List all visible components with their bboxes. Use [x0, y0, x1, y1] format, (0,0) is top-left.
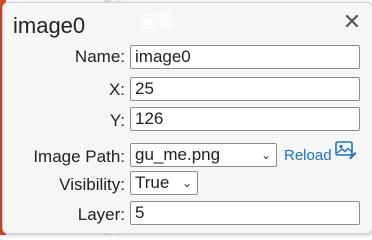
visibility-label: Visibility:	[59, 175, 125, 194]
visibility-select[interactable]: True ⌄	[130, 171, 198, 195]
x-input[interactable]	[130, 77, 360, 101]
chevron-down-icon: ⌄	[181, 176, 192, 190]
dialog-title: image0	[13, 13, 86, 38]
layer-label: Layer:	[77, 205, 125, 224]
name-input[interactable]	[130, 45, 360, 69]
y-label: Y:	[109, 111, 125, 130]
close-icon[interactable]: ✕	[342, 11, 362, 33]
chevron-down-icon: ⌄	[260, 148, 271, 162]
y-input[interactable]	[130, 107, 360, 131]
layer-input[interactable]	[130, 201, 360, 225]
image-edit-icon[interactable]	[335, 141, 357, 159]
image-path-value: gu_me.png	[135, 145, 221, 164]
name-label: Name:	[74, 47, 125, 66]
visibility-value: True	[135, 173, 170, 192]
image-properties-dialog: image0 ✕ Name: X: Y: Image Path: gu_me.p…	[2, 2, 372, 234]
x-label: X:	[108, 80, 125, 99]
reload-link[interactable]: Reload	[284, 147, 332, 164]
image-path-select[interactable]: gu_me.png ⌄	[130, 143, 277, 167]
image-path-label: Image Path:	[33, 147, 125, 166]
background-title: 画像	[140, 13, 176, 33]
